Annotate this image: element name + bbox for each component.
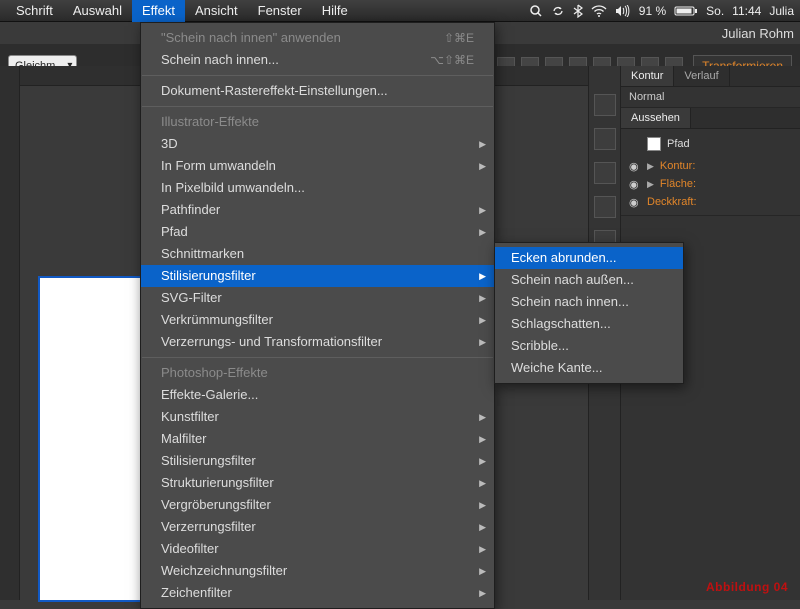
disclosure-icon[interactable]: ▶ xyxy=(647,179,654,190)
battery-pct: 91 % xyxy=(639,4,666,18)
menu-effekt[interactable]: Effekt xyxy=(132,0,185,22)
menu-label: Schein nach innen... xyxy=(161,49,279,71)
menu-apply-again[interactable]: Schein nach innen... ⌥⇧⌘E xyxy=(141,49,494,71)
eye-icon[interactable]: ◉ xyxy=(629,160,641,172)
clock-day: So. xyxy=(706,4,724,18)
menu-apply-last: "Schein nach innen" anwenden ⇧⌘E xyxy=(141,27,494,49)
submenu-item[interactable]: Schein nach außen... xyxy=(495,269,683,291)
pfad-label: Pfad xyxy=(667,138,690,150)
menu-item[interactable]: Videofilter xyxy=(141,538,494,560)
menu-label: "Schein nach innen" anwenden xyxy=(161,27,341,49)
ruler-vertical xyxy=(0,66,20,600)
spotlight-icon[interactable] xyxy=(529,4,543,18)
submenu-item[interactable]: Schlagschatten... xyxy=(495,313,683,335)
menu-item[interactable]: Verzerrungsfilter xyxy=(141,516,494,538)
disclosure-icon[interactable]: ▶ xyxy=(647,161,654,172)
menu-item[interactable]: Verkrümmungsfilter xyxy=(141,309,494,331)
menu-item[interactable]: Pathfinder xyxy=(141,199,494,221)
menu-item[interactable]: SVG-Filter xyxy=(141,287,494,309)
panel-icon-symbols[interactable] xyxy=(594,196,616,218)
panel-icon-layers[interactable] xyxy=(594,128,616,150)
blend-section: Normal xyxy=(621,87,800,108)
clock-time: 11:44 xyxy=(732,4,761,18)
menu-raster-settings[interactable]: Dokument-Rastereffekt-Einstellungen... xyxy=(141,80,494,102)
user-label[interactable]: Julian Rohm xyxy=(722,26,794,41)
appearance-row-kontur[interactable]: ◉ ▶ Kontur: xyxy=(629,157,792,175)
tab-kontur[interactable]: Kontur xyxy=(621,66,674,86)
eye-icon[interactable]: ◉ xyxy=(629,196,641,208)
menu-item[interactable]: Schnittmarken xyxy=(141,243,494,265)
tab-aussehen[interactable]: Aussehen xyxy=(621,108,691,128)
submenu-item[interactable]: Ecken abrunden... xyxy=(495,247,683,269)
battery-icon[interactable] xyxy=(674,5,698,17)
user-short: Julia xyxy=(769,4,794,18)
figure-caption: Abbildung 04 xyxy=(706,580,788,594)
menu-ansicht[interactable]: Ansicht xyxy=(185,0,248,22)
appearance-section: Pfad ◉ ▶ Kontur: ◉ ▶ Fläche: ◉ Deckkraft: xyxy=(621,129,800,216)
bluetooth-icon[interactable] xyxy=(573,4,583,18)
menu-shortcut: ⇧⌘E xyxy=(444,27,474,49)
swatch-icon xyxy=(647,137,661,151)
menu-item[interactable]: 3D xyxy=(141,133,494,155)
effekt-menu: "Schein nach innen" anwenden ⇧⌘E Schein … xyxy=(140,22,495,609)
menu-item[interactable]: Zeichenfilter xyxy=(141,582,494,604)
menu-shortcut: ⌥⇧⌘E xyxy=(430,49,474,71)
wifi-icon[interactable] xyxy=(591,5,607,17)
submenu-item[interactable]: Schein nach innen... xyxy=(495,291,683,313)
menu-schrift[interactable]: Schrift xyxy=(6,0,63,22)
menu-heading-illustrator: Illustrator-Effekte xyxy=(141,111,494,133)
panel-tabs: Kontur Verlauf xyxy=(621,66,800,87)
menu-item[interactable]: Strukturierungsfilter xyxy=(141,472,494,494)
row-label: Kontur: xyxy=(660,160,695,172)
menu-item[interactable]: Stilisierungsfilter xyxy=(141,450,494,472)
menu-item[interactable]: Vergröberungsfilter xyxy=(141,494,494,516)
eye-icon[interactable]: ◉ xyxy=(629,178,641,190)
row-label: Deckkraft: xyxy=(647,196,697,208)
menu-heading-photoshop: Photoshop-Effekte xyxy=(141,362,494,384)
appearance-row-deckkraft[interactable]: ◉ Deckkraft: xyxy=(629,193,792,211)
menu-item[interactable]: Effekte-Galerie... xyxy=(141,384,494,406)
menu-fenster[interactable]: Fenster xyxy=(248,0,312,22)
stilisierung-submenu: Ecken abrunden...Schein nach außen...Sch… xyxy=(494,242,684,384)
blend-mode-value[interactable]: Normal xyxy=(629,91,664,103)
menubar-left: Schrift Auswahl Effekt Ansicht Fenster H… xyxy=(6,0,358,22)
menubar-right: 91 % So. 11:44 Julia xyxy=(529,4,794,18)
tab-verlauf[interactable]: Verlauf xyxy=(674,66,729,86)
appearance-path-row[interactable]: Pfad xyxy=(629,133,792,157)
panel-icon-artboards[interactable] xyxy=(594,162,616,184)
volume-icon[interactable] xyxy=(615,5,631,17)
menu-auswahl[interactable]: Auswahl xyxy=(63,0,132,22)
menu-item[interactable]: Pfad xyxy=(141,221,494,243)
menu-item[interactable]: Kunstfilter xyxy=(141,406,494,428)
menu-item[interactable]: Stilisierungsfilter xyxy=(141,265,494,287)
menu-item[interactable]: Weichzeichnungsfilter xyxy=(141,560,494,582)
row-label: Fläche: xyxy=(660,178,696,190)
submenu-item[interactable]: Weiche Kante... xyxy=(495,357,683,379)
submenu-item[interactable]: Scribble... xyxy=(495,335,683,357)
menu-item[interactable]: Malfilter xyxy=(141,428,494,450)
appearance-row-flaeche[interactable]: ◉ ▶ Fläche: xyxy=(629,175,792,193)
macos-menubar: Schrift Auswahl Effekt Ansicht Fenster H… xyxy=(0,0,800,22)
panel-tabs2: Aussehen xyxy=(621,108,800,129)
menu-hilfe[interactable]: Hilfe xyxy=(312,0,358,22)
panel-icon-grid[interactable] xyxy=(594,94,616,116)
menu-item[interactable]: In Pixelbild umwandeln... xyxy=(141,177,494,199)
sync-icon[interactable] xyxy=(551,4,565,18)
menu-item[interactable]: Verzerrungs- und Transformationsfilter xyxy=(141,331,494,353)
menu-item[interactable]: In Form umwandeln xyxy=(141,155,494,177)
